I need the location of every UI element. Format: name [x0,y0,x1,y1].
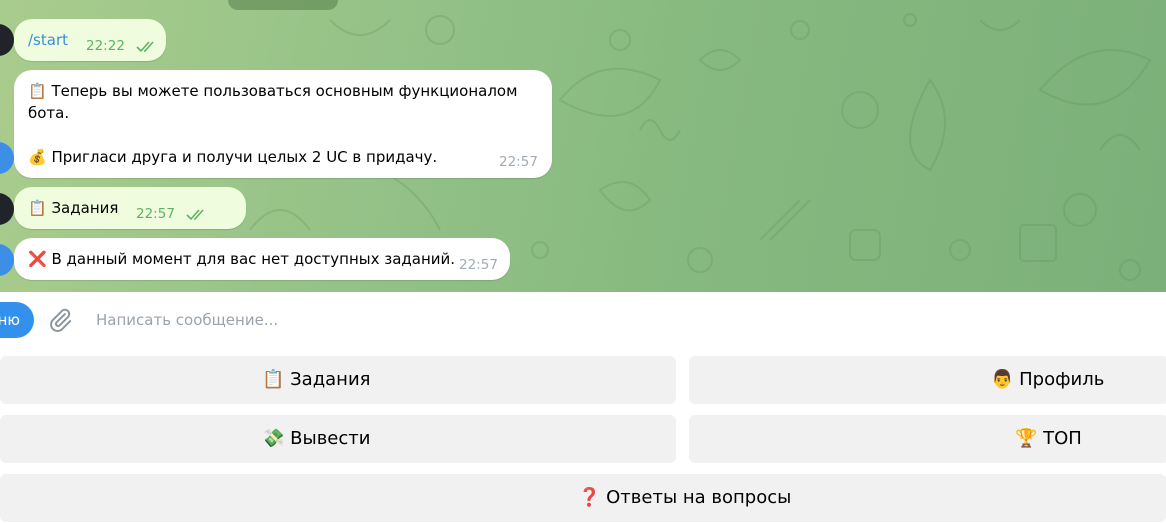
keyboard-button-profile[interactable]: 👨 Профиль [689,356,1166,404]
message-bubble-outgoing[interactable]: /start 22:22 [14,19,166,61]
keyboard-button-top[interactable]: 🏆 ТОП [689,415,1166,463]
keyboard-button-label: 📋 Задания [262,369,371,390]
message-text[interactable]: /start [28,29,68,51]
double-check-icon [186,209,204,221]
chat-area: /start 22:22 📋 Теперь вы можете пользова… [0,0,1166,292]
keyboard-button-label: 💸 Вывести [262,428,371,449]
date-pill [228,0,338,10]
keyboard-button-label: ❓ Ответы на вопросы [578,487,792,508]
message-composer: ню [0,292,1166,348]
message-time: 22:57 [136,206,175,222]
keyboard-button-label: 🏆 ТОП [1015,428,1082,449]
keyboard-button-faq[interactable]: ❓ Ответы на вопросы [0,474,1166,522]
message-text[interactable]: 📋 Теперь вы можете пользоваться основным… [28,80,517,168]
menu-button[interactable]: ню [0,302,34,338]
message-time: 22:57 [459,257,498,273]
message-bubble-outgoing[interactable]: 📋 Задания 22:57 [14,187,246,229]
message-time: 22:57 [499,154,538,170]
message-time: 22:22 [86,38,125,54]
keyboard-button-withdraw[interactable]: 💸 Вывести [0,415,676,463]
message-bubble-incoming[interactable]: 📋 Теперь вы можете пользоваться основным… [14,70,552,178]
paperclip-icon[interactable] [47,307,73,333]
message-bubble-incoming[interactable]: ❌ В данный момент для вас нет доступных … [14,238,510,280]
message-input[interactable] [96,308,896,332]
bot-keyboard: 📋 Задания 👨 Профиль 💸 Вывести 🏆 ТОП ❓ От… [0,348,1166,523]
keyboard-button-tasks[interactable]: 📋 Задания [0,356,676,404]
double-check-icon [136,41,154,53]
message-text[interactable]: 📋 Задания [28,197,118,219]
message-text[interactable]: ❌ В данный момент для вас нет доступных … [28,248,455,270]
keyboard-button-label: 👨 Профиль [991,369,1105,390]
